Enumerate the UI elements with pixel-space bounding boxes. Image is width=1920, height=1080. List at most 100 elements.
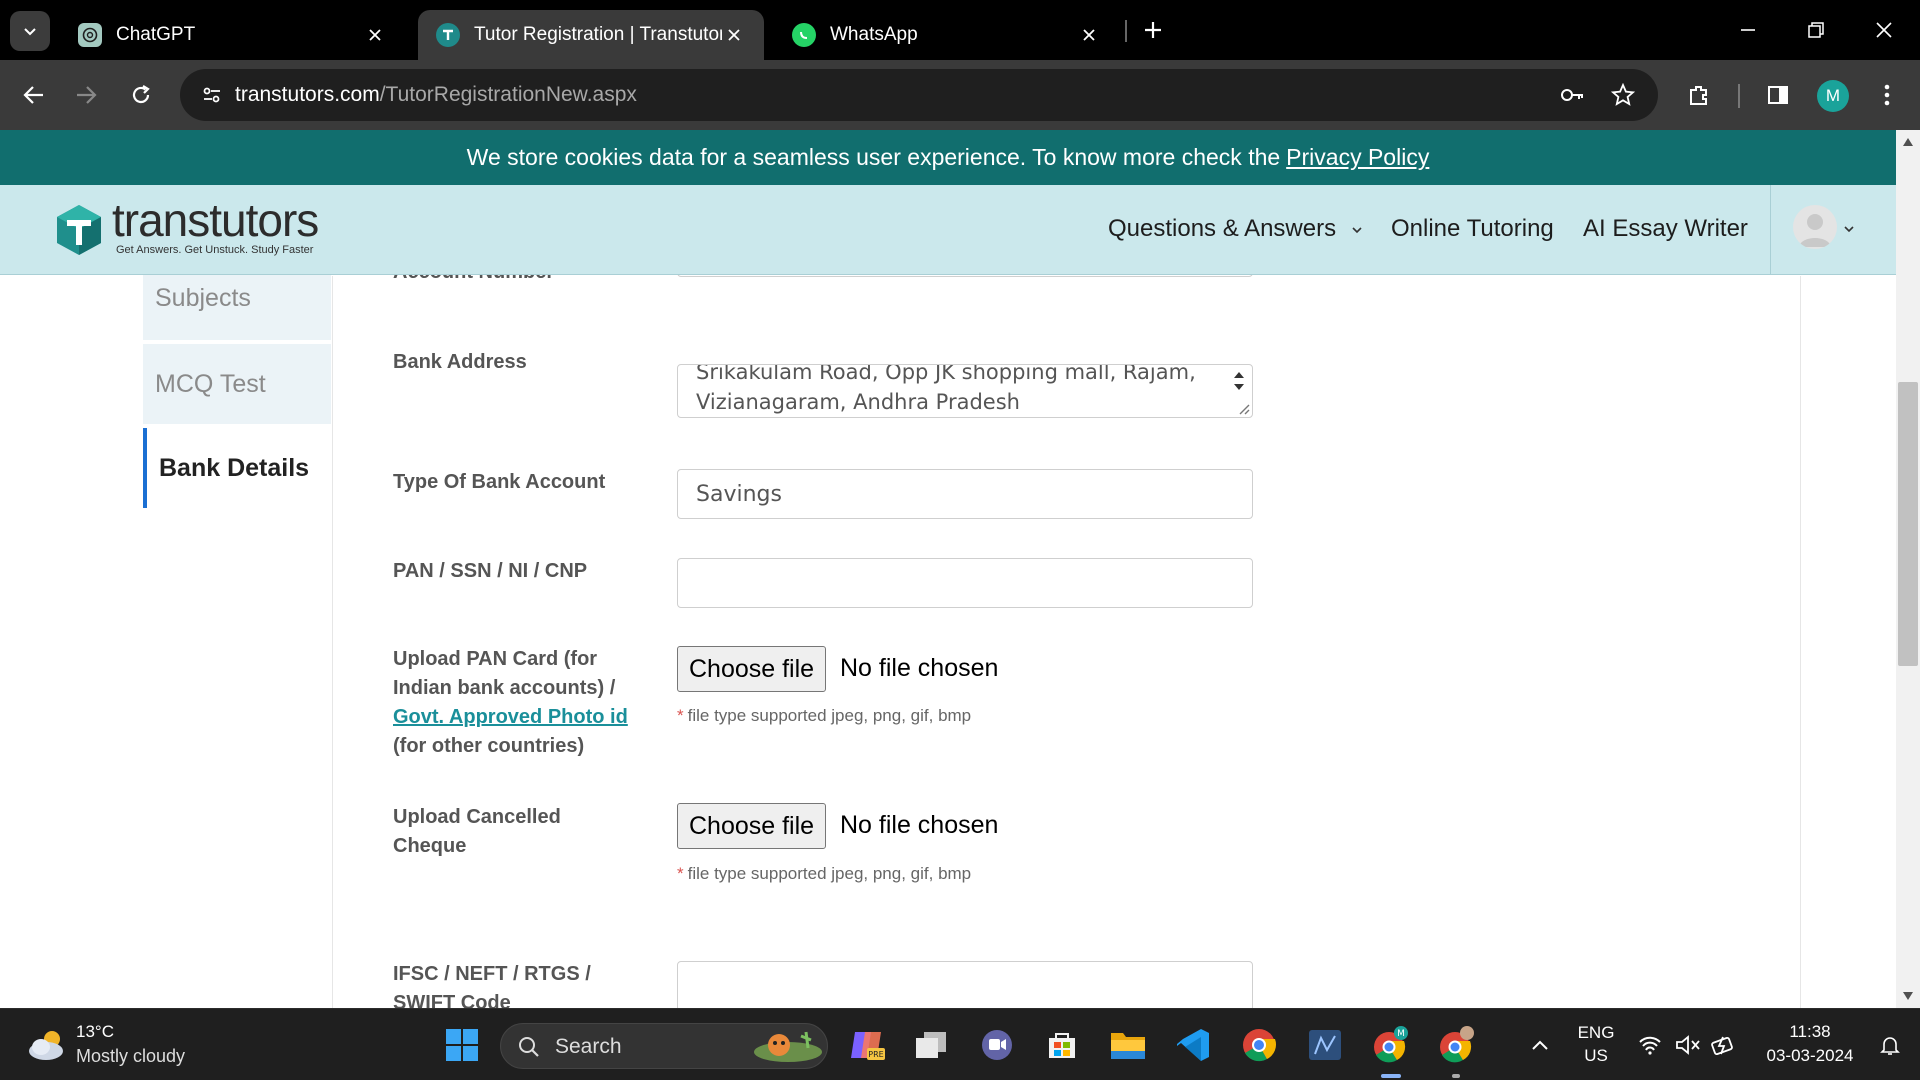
scroll-down-arrow[interactable] — [1896, 984, 1920, 1008]
taskbar-search-box[interactable]: Search — [500, 1023, 828, 1069]
weather-description[interactable]: Mostly cloudy — [76, 1046, 185, 1067]
cookie-text: We store cookies data for a seamless use… — [466, 144, 1281, 170]
logo-wordmark: transtutors — [112, 194, 319, 246]
bookmark-star-icon[interactable] — [1605, 77, 1641, 113]
resize-grip-icon[interactable] — [1236, 401, 1250, 415]
reload-button[interactable] — [121, 75, 161, 115]
tab-tutor-registration[interactable]: Tutor Registration | Transtutors — [418, 10, 764, 60]
minimize-icon — [1741, 29, 1755, 31]
nav-ai-essay-writer[interactable]: AI Essay Writer — [1583, 215, 1748, 243]
toolbar-divider — [1738, 84, 1740, 108]
nav-questions-answers[interactable]: Questions & Answers — [1108, 215, 1363, 243]
pan-file-hint: * file type supported jpeg, png, gif, bmp — [677, 706, 971, 726]
vm-app-icon[interactable] — [1303, 1023, 1347, 1067]
forward-button[interactable] — [66, 75, 106, 115]
active-app-indicator — [1381, 1074, 1401, 1078]
running-app-indicator — [1452, 1074, 1460, 1078]
file-explorer-icon[interactable] — [1106, 1023, 1150, 1067]
address-bar[interactable]: transtutors.com/TutorRegistrationNew.asp… — [180, 69, 1658, 121]
bank-address-textarea[interactable]: Srikakulam Road, Opp JK shopping mall, R… — [677, 364, 1253, 418]
close-icon[interactable] — [363, 23, 387, 47]
restore-button[interactable] — [1790, 8, 1842, 52]
chrome-profile-m-icon[interactable]: M — [1369, 1023, 1413, 1067]
wifi-icon[interactable] — [1630, 1023, 1670, 1067]
new-tab-button[interactable] — [1135, 12, 1171, 48]
puzzle-icon — [1690, 86, 1707, 105]
chrome-profile-photo-icon[interactable] — [1435, 1023, 1479, 1067]
url-path: /TutorRegistrationNew.aspx — [379, 83, 637, 106]
transtutors-logo-icon — [57, 205, 101, 255]
govt-photo-id-link[interactable]: Govt. Approved Photo id — [393, 706, 628, 728]
user-avatar[interactable] — [1793, 205, 1837, 249]
close-icon[interactable] — [722, 23, 746, 47]
close-icon — [1876, 22, 1892, 38]
site-info-icon[interactable] — [192, 75, 232, 115]
microsoft-store-icon[interactable] — [1040, 1023, 1084, 1067]
sidebar-item-mcq-test[interactable]: MCQ Test — [143, 344, 331, 424]
windows-start-button[interactable] — [440, 1023, 484, 1067]
cloudy-weather-icon[interactable] — [26, 1027, 68, 1063]
url-domain: transtutors.com — [235, 83, 380, 106]
svg-text:M: M — [1397, 1029, 1405, 1039]
pan-input[interactable] — [677, 558, 1253, 608]
pan-label: PAN / SSN / NI / CNP — [393, 560, 588, 582]
triangle-down-icon — [1903, 992, 1913, 1000]
input-language[interactable]: ENG US — [1572, 1023, 1620, 1066]
privacy-policy-link[interactable]: Privacy Policy — [1286, 144, 1429, 171]
copilot-app-icon[interactable]: PRE — [844, 1023, 888, 1067]
weather-temperature[interactable]: 13°C — [76, 1022, 114, 1042]
account-type-input[interactable]: Savings — [677, 469, 1253, 519]
side-panel-button[interactable] — [1758, 75, 1798, 115]
tab-search-button[interactable] — [10, 11, 50, 51]
bank-address-label: Bank Address — [393, 351, 527, 373]
minimize-button[interactable] — [1722, 8, 1774, 52]
transtutors-logo[interactable]: transtutors Get Answers. Get Unstuck. St… — [54, 194, 319, 263]
tab-chatgpt[interactable]: ChatGPT — [60, 10, 405, 60]
profile-avatar[interactable]: M — [1817, 80, 1849, 112]
url-text[interactable]: transtutors.com/TutorRegistrationNew.asp… — [235, 83, 637, 107]
whatsapp-icon — [792, 23, 816, 47]
vscode-icon[interactable] — [1171, 1023, 1215, 1067]
triangle-up-icon — [1903, 138, 1913, 146]
teams-chat-icon[interactable] — [975, 1023, 1019, 1067]
nav-online-tutoring[interactable]: Online Tutoring — [1391, 215, 1554, 243]
close-window-button[interactable] — [1858, 8, 1910, 52]
file-hint-text: file type supported jpeg, png, gif, bmp — [687, 706, 972, 725]
site-header: transtutors Get Answers. Get Unstuck. St… — [0, 185, 1896, 275]
logo-tagline: Get Answers. Get Unstuck. Study Faster — [116, 244, 314, 256]
header-divider — [1770, 185, 1771, 275]
scrollbar-thumb[interactable] — [1898, 382, 1918, 666]
password-key-icon[interactable] — [1554, 77, 1590, 113]
choose-file-pan-button[interactable]: Choose file — [677, 646, 827, 692]
volume-muted-icon[interactable] — [1668, 1023, 1708, 1067]
show-hidden-icons-button[interactable] — [1516, 1023, 1564, 1067]
extensions-button[interactable] — [1679, 75, 1719, 115]
ifsc-input[interactable] — [677, 961, 1253, 1008]
sidebar-item-bank-details[interactable]: Bank Details — [143, 428, 331, 508]
scroll-up-arrow[interactable] — [1896, 130, 1920, 154]
back-button[interactable] — [14, 75, 54, 115]
clock[interactable]: 11:38 03-03-2024 — [1756, 1022, 1864, 1066]
menu-button[interactable] — [1867, 75, 1907, 115]
notifications-icon[interactable] — [1870, 1023, 1910, 1067]
bank-address-text: Srikakulam Road, Opp JK shopping mall, R… — [696, 364, 1196, 414]
windows-logo-icon — [446, 1029, 478, 1061]
tab-title: Tutor Registration | Transtutors — [474, 24, 722, 45]
battery-charging-icon[interactable] — [1704, 1023, 1744, 1067]
chevron-down-icon[interactable] — [1843, 223, 1855, 235]
close-icon[interactable] — [1077, 23, 1101, 47]
clock-date: 03-03-2024 — [1766, 1046, 1854, 1065]
required-asterisk: * — [677, 706, 684, 725]
chrome-icon[interactable] — [1237, 1023, 1281, 1067]
chevron-down-icon — [1352, 227, 1362, 234]
cheque-file-hint: * file type supported jpeg, png, gif, bmp — [677, 864, 971, 884]
svg-text:PRE: PRE — [868, 1050, 883, 1059]
spinner-arrows-icon[interactable] — [1232, 369, 1246, 393]
arrow-right-icon — [77, 86, 97, 104]
user-icon — [1799, 214, 1831, 247]
tab-whatsapp[interactable]: WhatsApp — [774, 10, 1119, 60]
search-label: Search — [555, 1035, 622, 1058]
reload-icon — [132, 85, 150, 104]
choose-file-cheque-button[interactable]: Choose file — [677, 803, 827, 849]
task-view-icon[interactable] — [909, 1023, 953, 1067]
